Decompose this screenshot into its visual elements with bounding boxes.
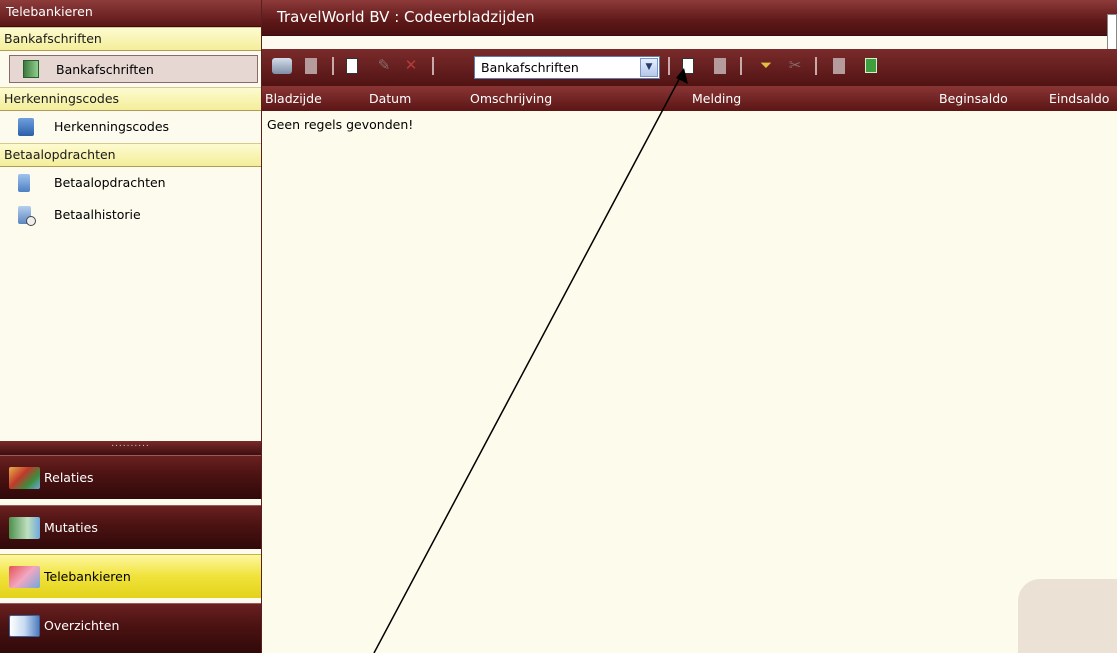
chevron-down-icon[interactable]: ▼ [640,58,658,77]
toolbar-separator [668,57,670,75]
toolbar-separator [815,57,817,75]
nav-button-label: Mutaties [44,520,98,535]
column-header-eindsaldo[interactable]: Eindsaldo [1049,91,1109,106]
column-header-datum[interactable]: Datum [369,91,411,106]
sidebar-item-bankafschriften[interactable]: Bankafschriften [9,55,258,83]
toolbar-separator [332,57,334,75]
nav-button-label: Relaties [44,470,94,485]
column-header-beginsaldo[interactable]: Beginsaldo [939,91,1008,106]
section-header-herkenningscodes[interactable]: Herkenningscodes [0,87,261,111]
nav-button-relaties[interactable]: Relaties [0,455,261,499]
nav-button-label: Telebankieren [44,569,131,584]
open-page-icon[interactable] [714,58,726,74]
sidebar-item-label: Betaalhistorie [54,207,141,222]
nav-button-label: Overzichten [44,618,120,633]
new-document-icon[interactable] [346,58,358,74]
document-icon [18,174,30,192]
column-header-bladzijde[interactable]: Bladzijde [265,91,322,106]
nav-button-mutaties[interactable]: Mutaties [0,505,261,549]
properties-icon[interactable] [305,58,317,74]
code-edit-icon [18,118,34,136]
delete-icon[interactable]: ✕ [402,55,420,75]
telebanking-icon [9,566,40,588]
export-icon[interactable] [833,58,845,74]
toolbar: ✎ ✕ ⏷ ✂ [262,49,1117,86]
sidebar: Telebankieren Bankafschriften Bankafschr… [0,0,261,653]
column-header-omschrijving[interactable]: Omschrijving [470,91,552,106]
statement-icon [23,60,39,78]
relations-icon [9,467,40,489]
grid-body[interactable]: Geen regels gevonden! [262,111,1117,653]
section-header-betaalopdrachten[interactable]: Betaalopdrachten [0,143,261,167]
mutations-icon [9,517,40,539]
refresh-icon[interactable] [865,58,877,73]
sidebar-item-betaalhistorie[interactable]: Betaalhistorie [0,199,261,231]
window-frame-edge [1107,14,1117,50]
filter-icon[interactable]: ⏷ [757,55,775,75]
new-page-icon[interactable] [682,58,694,74]
sidebar-title: Telebankieren [0,0,261,27]
toolbar-separator [432,57,434,75]
sidebar-item-label: Betaalopdrachten [54,175,166,190]
main-panel: TravelWorld BV : Codeerbladzijden ✎ ✕ ⏷ … [261,0,1117,653]
select-value: Bankafschriften [481,60,579,75]
history-icon [18,206,36,226]
window-title: TravelWorld BV : Codeerbladzijden [262,0,1117,36]
clear-filter-icon[interactable]: ✂ [786,55,804,75]
toolbar-separator [740,57,742,75]
sidebar-item-label: Herkenningscodes [54,119,170,134]
sidebar-item-betaalopdrachten[interactable]: Betaalopdrachten [0,167,261,199]
edit-icon[interactable]: ✎ [375,55,393,75]
grid-header: Bladzijde Datum Omschrijving Melding Beg… [262,86,1117,112]
nav-button-telebankieren[interactable]: Telebankieren [0,554,261,598]
empty-message: Geen regels gevonden! [267,117,414,132]
nav-button-overzichten[interactable]: Overzichten [0,603,261,653]
decorative-corner [1018,579,1117,653]
section-header-bankafschriften[interactable]: Bankafschriften [0,27,261,51]
reports-icon [9,615,40,637]
print-icon[interactable] [272,58,292,74]
column-header-melding[interactable]: Melding [692,91,741,106]
sidebar-item-herkenningscodes[interactable]: Herkenningscodes [0,111,261,143]
statement-type-select[interactable]: Bankafschriften ▼ [474,56,660,79]
sidebar-splitter-handle[interactable]: .......... [0,440,261,455]
sidebar-item-label: Bankafschriften [56,62,154,77]
